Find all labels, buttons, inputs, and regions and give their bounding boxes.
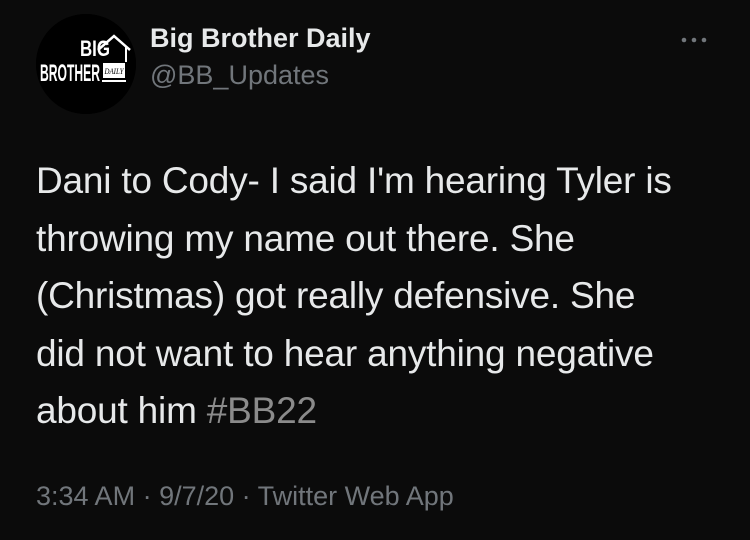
tweet-text-line: throwing my name out there. She (36, 217, 575, 259)
tweet-text-fragment: about him (36, 390, 207, 431)
avatar[interactable]: BIG BROTHER DAILY (36, 14, 136, 114)
tweet-text-line: did not want to hear anything negative (36, 332, 654, 374)
tweet-date[interactable]: 9/7/20 (159, 481, 234, 511)
tweet-text-last-line: about him #BB22 (36, 382, 726, 440)
tweet-source-link[interactable]: Twitter Web App (258, 481, 454, 511)
user-handle[interactable]: @BB_Updates (150, 60, 329, 91)
meta-separator: · (135, 481, 160, 511)
more-options-button[interactable] (676, 28, 712, 52)
tweet-metadata: 3:34 AM · 9/7/20 · Twitter Web App (36, 481, 454, 512)
tweet-card: BIG BROTHER DAILY Big Brother Daily @BB_… (0, 0, 750, 540)
tweet-time[interactable]: 3:34 AM (36, 481, 135, 511)
meta-separator: · (234, 481, 258, 511)
tweet-text-line: (Christmas) got really defensive. She (36, 275, 636, 316)
display-name[interactable]: Big Brother Daily (150, 23, 371, 54)
svg-text:BROTHER: BROTHER (40, 60, 100, 87)
tweet-text-line: Dani to Cody- I said I'm hearing Tyler i… (36, 160, 672, 201)
tweet-text: Dani to Cody- I said I'm hearing Tyler i… (36, 152, 726, 440)
svg-text:BIG: BIG (80, 36, 110, 61)
more-horizontal-icon (681, 37, 707, 43)
svg-text:DAILY: DAILY (104, 67, 125, 76)
hashtag-link[interactable]: #BB22 (207, 390, 317, 431)
big-brother-daily-logo: BIG BROTHER DAILY (36, 14, 136, 114)
